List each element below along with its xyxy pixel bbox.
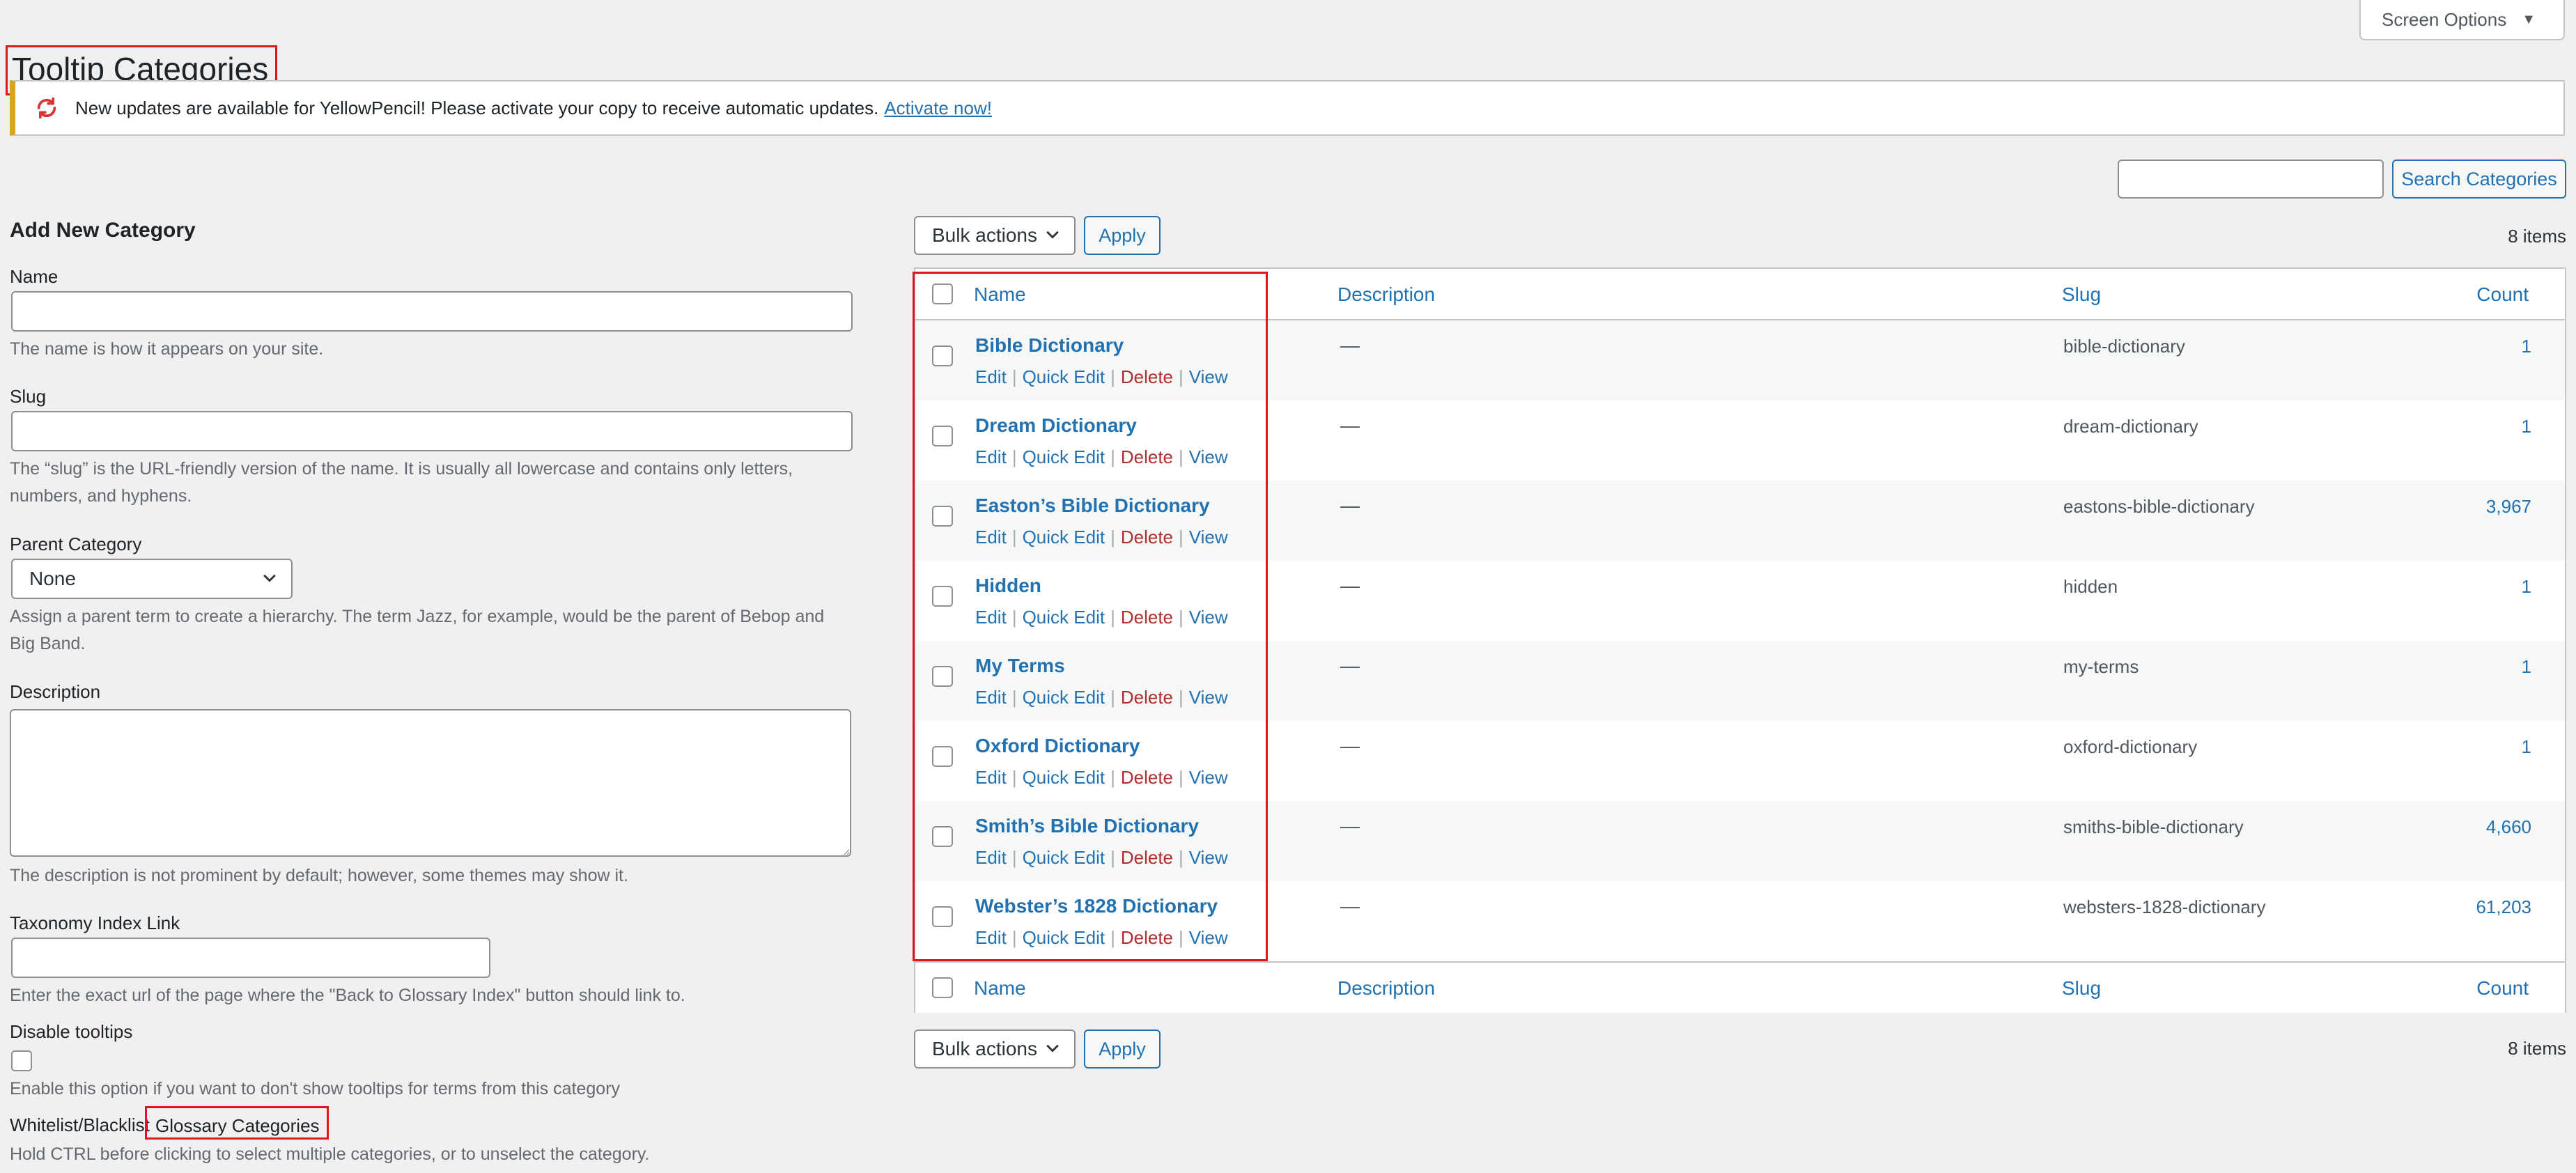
row-count-link[interactable]: 61,203 [2476, 896, 2531, 918]
column-count-sort[interactable]: Count [2476, 269, 2529, 320]
column-slug-sort-footer[interactable]: Slug [2062, 963, 2101, 1014]
row-description: — [1340, 655, 1360, 676]
description-textarea[interactable] [10, 709, 851, 857]
taxonomy-index-link-label: Taxonomy Index Link [10, 912, 180, 933]
chevron-down-icon [1046, 1044, 1059, 1052]
row-description: — [1340, 735, 1360, 756]
row-description: — [1340, 815, 1360, 837]
row-count-link[interactable]: 1 [2522, 576, 2531, 598]
glossary-categories-select[interactable]: Glossary Categories [145, 1106, 329, 1140]
column-name-sort-footer[interactable]: Name [974, 963, 1026, 1014]
row-slug: dream-dictionary [2063, 416, 2198, 437]
glossary-categories-value: Glossary Categories [155, 1115, 320, 1136]
disable-tooltips-checkbox[interactable] [11, 1050, 32, 1071]
name-help: The name is how it appears on your site. [10, 339, 324, 359]
bulk-actions-value: Bulk actions [932, 224, 1037, 246]
row-slug: my-terms [2063, 656, 2139, 677]
name-input[interactable] [11, 291, 853, 332]
select-all-checkbox-bottom[interactable] [932, 977, 953, 998]
row-count-link[interactable]: 1 [2522, 736, 2531, 758]
slug-label: Slug [10, 386, 47, 407]
taxonomy-index-link-input[interactable] [11, 938, 490, 978]
add-category-heading: Add New Category [10, 219, 196, 242]
update-notice: New updates are available for YellowPenc… [10, 80, 2565, 136]
search-categories-input[interactable] [2118, 160, 2384, 199]
row-count-link[interactable]: 4,660 [2486, 816, 2531, 838]
chevron-down-icon [263, 574, 276, 582]
disable-tooltips-help: Enable this option if you want to don't … [10, 1079, 621, 1098]
row-slug: oxford-dictionary [2063, 736, 2198, 757]
row-description: — [1340, 334, 1360, 356]
row-slug: websters-1828-dictionary [2063, 896, 2266, 917]
row-description: — [1340, 495, 1360, 516]
row-slug: smiths-bible-dictionary [2063, 816, 2244, 837]
items-count-bottom: 8 items [2508, 1038, 2566, 1059]
bulk-actions-select-top[interactable]: Bulk actions [914, 216, 1076, 255]
screen-options-button[interactable]: Screen Options ▼ [2359, 0, 2565, 40]
row-slug: bible-dictionary [2063, 336, 2185, 357]
apply-button-bottom[interactable]: Apply [1084, 1030, 1161, 1069]
column-description-sort[interactable]: Description [1337, 269, 1435, 320]
row-description: — [1340, 414, 1360, 436]
row-count-link[interactable]: 3,967 [2486, 496, 2531, 518]
row-slug: hidden [2063, 576, 2118, 597]
notice-text: New updates are available for YellowPenc… [75, 97, 879, 118]
name-column-highlight [913, 272, 1268, 961]
slug-help-line-1: The “slug” is the URL-friendly version o… [10, 459, 793, 479]
bulk-actions-select-bottom[interactable]: Bulk actions [914, 1030, 1076, 1069]
search-categories-button[interactable]: Search Categories [2392, 160, 2566, 199]
sync-icon [37, 97, 56, 119]
parent-help-line-2: Big Band. [10, 634, 86, 653]
disable-tooltips-label: Disable tooltips [10, 1021, 133, 1042]
row-description: — [1340, 895, 1360, 917]
apply-button-top[interactable]: Apply [1084, 216, 1161, 255]
screen-options-label: Screen Options [2381, 9, 2507, 30]
slug-help: The “slug” is the URL-friendly version o… [10, 456, 853, 510]
bulk-actions-value-bottom: Bulk actions [932, 1038, 1037, 1059]
triangle-down-icon: ▼ [2522, 12, 2536, 27]
column-description-sort-footer[interactable]: Description [1337, 963, 1435, 1014]
parent-category-select[interactable]: None [11, 559, 293, 599]
description-label: Description [10, 681, 101, 702]
chevron-down-icon [1046, 231, 1059, 239]
parent-category-value: None [29, 568, 76, 589]
parent-help-line-1: Assign a parent term to create a hierarc… [10, 607, 825, 626]
row-count-link[interactable]: 1 [2522, 656, 2531, 678]
column-count-sort-footer[interactable]: Count [2476, 963, 2529, 1014]
activate-now-link[interactable]: Activate now! [884, 98, 992, 119]
row-count-link[interactable]: 1 [2522, 336, 2531, 357]
description-help: The description is not prominent by defa… [10, 866, 628, 885]
whitelist-blacklist-label: Whitelist/Blacklist [10, 1114, 150, 1135]
row-slug: eastons-bible-dictionary [2063, 496, 2255, 517]
name-label: Name [10, 266, 59, 287]
parent-category-label: Parent Category [10, 534, 142, 554]
slug-input[interactable] [11, 411, 853, 451]
table-footer: Name Description Slug Count [915, 961, 2565, 1013]
whitelist-blacklist-help: Hold CTRL before clicking to select mult… [10, 1144, 650, 1164]
slug-help-line-2: numbers, and hyphens. [10, 486, 192, 506]
column-slug-sort[interactable]: Slug [2062, 269, 2101, 320]
taxonomy-index-link-help: Enter the exact url of the page where th… [10, 986, 685, 1005]
row-description: — [1340, 575, 1360, 596]
row-count-link[interactable]: 1 [2522, 416, 2531, 437]
items-count-top: 8 items [2508, 226, 2566, 247]
parent-category-help: Assign a parent term to create a hierarc… [10, 603, 853, 658]
